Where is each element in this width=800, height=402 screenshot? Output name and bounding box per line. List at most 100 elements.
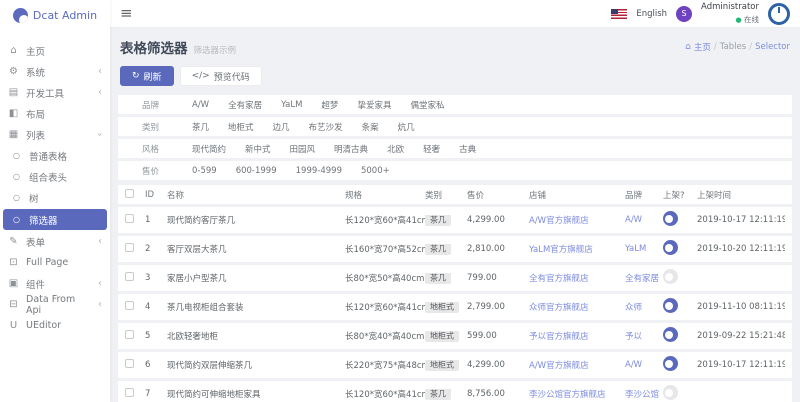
sidebar-item-system[interactable]: ⚙系统‹ [0,61,110,82]
cell-on-shelf [663,327,697,345]
row-checkbox[interactable] [125,214,134,223]
shop-link[interactable]: 予以官方旗舰店 [529,332,589,342]
sidebar-item-label: 系统 [26,65,45,79]
shop-link[interactable]: A/W官方旗舰店 [529,361,589,371]
filter-option[interactable]: 炕几 [398,121,415,133]
shop-link[interactable]: 众师官方旗舰店 [529,303,589,313]
cell-id: 1 [145,215,167,225]
table-header-row: ID名称规格类别售价店铺品牌上架?上架时间 [118,185,792,204]
chevron-left-icon: ‹ [98,278,102,289]
sidebar-item-label: 普通表格 [29,149,67,163]
cell-price: 4,299.00 [467,360,529,370]
filter-option[interactable]: 布艺沙发 [309,121,343,133]
filter-option[interactable]: 地柜式 [228,121,254,133]
sidebar-item-label: 树 [29,191,39,205]
filter-option[interactable]: 偶堂家私 [410,99,444,111]
brand-link[interactable]: 众师 [625,303,642,313]
cell-on-shelf [663,298,697,316]
filter-option[interactable]: 边几 [273,121,290,133]
brand-link[interactable]: A/W [625,215,642,225]
on-shelf-toggle[interactable] [663,269,678,284]
filter-option[interactable]: 轻奢 [423,143,440,155]
filter-option[interactable]: 挚爱家具 [357,99,391,111]
cell-id: 7 [145,389,167,399]
filter-option[interactable]: 条案 [362,121,379,133]
row-checkbox[interactable] [125,359,134,368]
filter-option[interactable]: 0-599 [192,166,217,176]
sidebar-item-data-from-api[interactable]: ⊟Data From Api‹ [0,294,110,315]
filter-option[interactable]: YaLM [281,100,302,110]
breadcrumb-item-主页[interactable]: 主页 [694,41,711,53]
sidebar-item-full-page[interactable]: ⊡Full Page [0,252,110,273]
filter-option[interactable]: 超梦 [321,99,338,111]
filter-option[interactable]: 1999-4999 [296,166,342,176]
sidebar-item-ueditor[interactable]: UUEditor [0,315,110,336]
brand-link[interactable]: 全有家居 [625,274,659,284]
sidebar-item-combined-header[interactable]: ○组合表头 [0,166,110,187]
filter-label: 风格 [142,143,192,155]
sidebar-item-list[interactable]: ▦列表‹ [0,124,110,145]
filter-option[interactable]: 现代简约 [192,143,226,155]
row-checkbox[interactable] [125,301,134,310]
sidebar-item-home[interactable]: ⌂主页 [0,40,110,61]
row-checkbox[interactable] [125,272,134,281]
filter-option[interactable]: 茶几 [192,121,209,133]
category-badge: 茶几 [425,273,451,284]
brand-link[interactable]: A/W [625,360,642,370]
shop-link[interactable]: 全有官方旗舰店 [529,274,589,284]
language-selector[interactable]: English [636,9,667,19]
shop-link[interactable]: YaLM官方旗舰店 [529,245,593,255]
cell-name: 茶几电视柜组合套装 [167,301,345,313]
row-checkbox[interactable] [125,243,134,252]
brand-link[interactable]: 李沙公馆 [625,390,659,400]
sidebar-item-basic-table[interactable]: ○普通表格 [0,145,110,166]
filter-option[interactable]: 古典 [459,143,476,155]
brand-logo[interactable]: Dcat Admin [0,0,110,30]
on-shelf-toggle[interactable] [663,298,678,313]
chevron-left-icon: ‹ [98,87,102,98]
sidebar-item-form[interactable]: ✎表单‹ [0,231,110,252]
sidebar-item-selector[interactable]: ○筛选器 [3,209,107,230]
sidebar-item-layout[interactable]: ◧布局 [0,103,110,124]
filter-option[interactable]: 新中式 [245,143,271,155]
brand-link[interactable]: YaLM [625,244,646,254]
breadcrumb-item-selector[interactable]: Selector [755,42,790,52]
brand-link[interactable]: 予以 [625,332,642,342]
user-menu[interactable]: Administrator ● 在线 [701,1,759,26]
sidebar-item-dev-tools[interactable]: ▤开发工具‹ [0,82,110,103]
shop-link[interactable]: 李沙公馆官方旗舰店 [529,390,606,400]
cell-category: 地柜式 [425,302,467,313]
filter-option[interactable]: 明清古典 [334,143,368,155]
filter-option[interactable]: 田园风 [290,143,316,155]
on-shelf-toggle[interactable] [663,327,678,342]
cell-on-shelf [663,385,697,402]
sidebar-item-components[interactable]: ▣组件‹ [0,273,110,294]
layout-icon: ◧ [8,108,19,119]
hamburger-menu-icon[interactable]: ≡ [120,6,133,21]
on-shelf-toggle[interactable] [663,385,678,400]
select-all-checkbox[interactable] [125,189,134,198]
preview-code-button[interactable]: </> 预览代码 [180,66,262,86]
refresh-button[interactable]: ↻ 刷新 [120,66,174,86]
filter-option[interactable]: 北欧 [387,143,404,155]
us-flag-icon [611,9,627,19]
sidebar-item-tree[interactable]: ○树 [0,187,110,208]
row-checkbox[interactable] [125,330,134,339]
filter-option[interactable]: 5000+ [361,166,390,176]
row-checkbox[interactable] [125,388,134,397]
logout-power-button[interactable] [768,3,790,25]
cell-id: 4 [145,302,167,312]
shop-link[interactable]: A/W官方旗舰店 [529,216,589,226]
cell-spec: 长160*宽70*高52cm [345,243,425,255]
circle-icon: ○ [11,193,22,202]
filter-option[interactable]: 600-1999 [236,166,277,176]
cell-time: 2019-09-22 15:21:48 [697,331,785,341]
filter-option[interactable]: A/W [192,100,209,110]
avatar[interactable]: S [676,6,692,22]
cell-time: 2019-10-20 12:11:19 [697,244,785,254]
on-shelf-toggle[interactable] [663,240,678,255]
on-shelf-toggle[interactable] [663,211,678,226]
filter-option[interactable]: 全有家居 [228,99,262,111]
on-shelf-toggle[interactable] [663,356,678,371]
column-header: 店铺 [529,189,625,201]
